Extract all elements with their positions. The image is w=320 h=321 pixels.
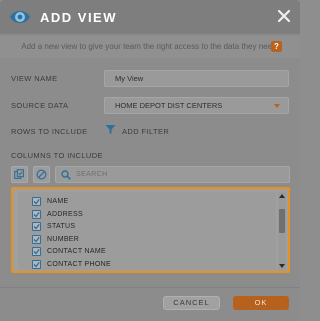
chevron-down-icon <box>274 104 280 108</box>
checkbox-checked[interactable] <box>32 209 41 219</box>
dialog-title: ADD VIEW <box>40 10 117 25</box>
checkbox-checked[interactable] <box>32 222 41 231</box>
columns-to-include-label: COLUMNS TO INCLUDE <box>11 151 103 160</box>
footer-divider <box>0 287 300 288</box>
select-all-icon <box>14 169 24 179</box>
list-item-label: NAME <box>47 198 69 205</box>
add-view-dialog: ADD VIEW Add a new view to give your tea… <box>0 0 300 321</box>
source-data-value: HOME DEPOT DIST CENTERS <box>115 101 223 110</box>
cancel-button[interactable]: CANCEL <box>163 296 220 310</box>
source-data-select[interactable]: HOME DEPOT DIST CENTERS <box>104 97 289 114</box>
list-item[interactable]: ADDRESS <box>18 208 276 221</box>
list-item-label: NUMBER <box>47 235 80 243</box>
list-item-label: ADDRESS <box>47 210 83 218</box>
checkmark-icon <box>33 224 40 230</box>
search-icon <box>61 170 71 180</box>
checkmark-icon <box>33 199 40 205</box>
search-input[interactable] <box>76 168 281 181</box>
list-item[interactable]: CONTACT PHONE <box>18 258 276 271</box>
ok-button[interactable]: OK <box>233 296 289 310</box>
checkmark-icon <box>33 236 40 242</box>
list-item-label: CONTACT NAME <box>47 248 106 255</box>
list-item[interactable]: STATUS <box>18 220 276 233</box>
checkmark-icon <box>33 249 40 255</box>
list-item[interactable]: NUMBER <box>18 233 276 246</box>
list-item-label: STATUS <box>47 223 76 230</box>
view-name-input[interactable]: My View <box>104 70 289 87</box>
list-item-label: CONTACT PHONE <box>47 260 111 268</box>
dialog-description: Add a new view to give your team the rig… <box>0 36 300 58</box>
checkmark-icon <box>33 211 40 217</box>
checkbox-checked[interactable] <box>32 234 41 244</box>
view-name-label: VIEW NAME <box>11 74 58 83</box>
deselect-icon <box>36 169 47 180</box>
list-item[interactable]: CONTACT NAME <box>18 245 276 258</box>
rows-to-include-label: ROWS TO INCLUDE <box>11 127 88 136</box>
scroll-up-arrow-icon[interactable] <box>279 194 285 198</box>
deselect-all-button[interactable] <box>33 166 50 183</box>
scrollbar-thumb[interactable] <box>279 209 285 233</box>
columns-list: NAME ADDRESS STATUS NUMBER CONTACT NAME … <box>11 187 290 273</box>
checkbox-checked[interactable] <box>32 259 41 269</box>
list-scrollbar[interactable] <box>278 192 286 270</box>
column-search <box>55 166 290 183</box>
dialog-header: ADD VIEW <box>0 0 300 34</box>
scroll-down-arrow-icon[interactable] <box>279 264 285 268</box>
source-data-label: SOURCE DATA <box>11 101 69 110</box>
list-item[interactable]: NAME <box>18 195 276 208</box>
filter-funnel-icon[interactable] <box>105 124 116 135</box>
add-filter-button[interactable]: ADD FILTER <box>122 127 169 136</box>
eye-logo-icon <box>10 11 30 23</box>
checkbox-checked[interactable] <box>32 247 41 256</box>
columns-list-items: NAME ADDRESS STATUS NUMBER CONTACT NAME … <box>18 192 276 270</box>
checkbox-checked[interactable] <box>32 197 41 206</box>
select-all-button[interactable] <box>11 166 28 183</box>
close-icon[interactable] <box>276 8 292 24</box>
help-icon[interactable]: ? <box>271 41 282 52</box>
checkmark-icon <box>33 261 40 267</box>
